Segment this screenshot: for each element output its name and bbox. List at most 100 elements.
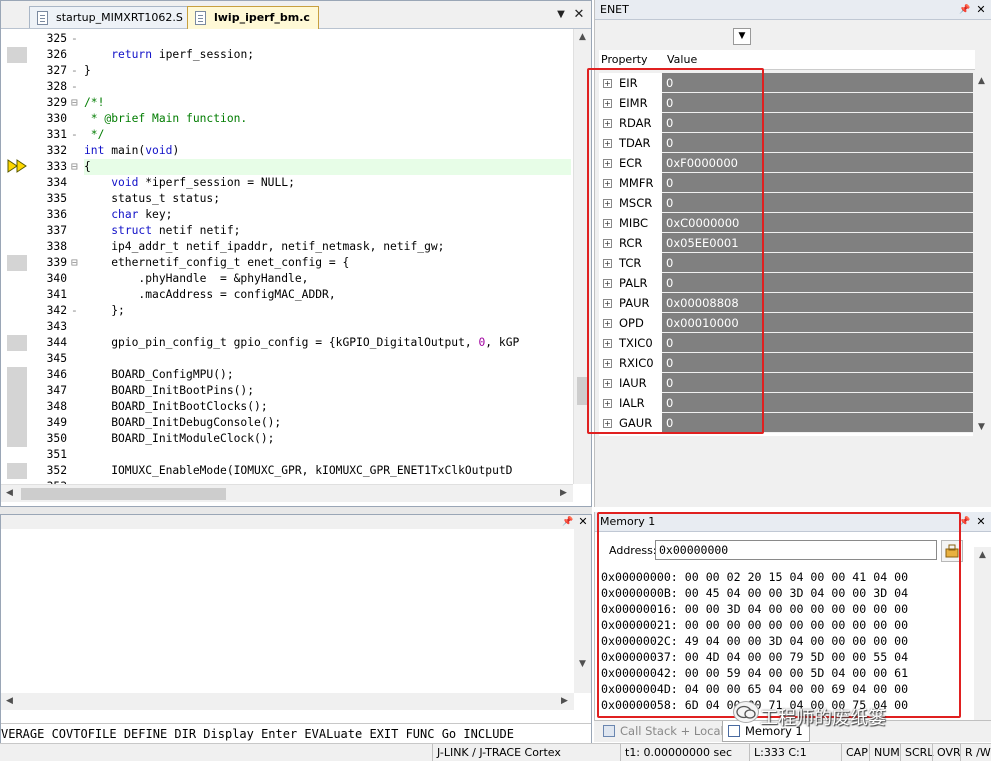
line-number: 347 bbox=[46, 384, 67, 397]
code-line[interactable]: 334 void *iperf_session = NULL; bbox=[1, 175, 573, 191]
editor-horizontal-scrollbar[interactable]: ◀ ▶ bbox=[1, 484, 573, 502]
enet-peripheral-panel: ENET 📌 ✕ ▼ Property Value + EIR 0 + EIMR 0 + RD… bbox=[587, 0, 991, 507]
close-icon[interactable]: ✕ bbox=[974, 3, 988, 17]
code-line[interactable]: 352 IOMUXC_EnableMode(IOMUXC_GPR, kIOMUX… bbox=[1, 463, 573, 479]
code-line[interactable]: 330 * @brief Main function. bbox=[1, 111, 573, 127]
code-text: void *iperf_session = NULL; bbox=[111, 176, 295, 189]
file-icon bbox=[195, 11, 206, 25]
close-icon[interactable]: ✕ bbox=[571, 7, 587, 23]
code-text: ethernetif_config_t enet_config = { bbox=[84, 256, 350, 269]
status-bar: J-LINK / J-TRACE Cortex t1: 0.00000000 s… bbox=[0, 743, 991, 761]
code-line[interactable]: 342- }; bbox=[1, 303, 573, 319]
code-line[interactable]: 350 BOARD_InitModuleClock(); bbox=[1, 431, 573, 447]
pin-icon[interactable]: 📌 bbox=[561, 515, 575, 529]
editor-tab-bar: startup_MIMXRT1062.S lwip_iperf_bm.c ▼ ✕ bbox=[1, 1, 591, 29]
code-text: /*! bbox=[84, 96, 105, 109]
line-number: 350 bbox=[46, 432, 67, 445]
fold-marker[interactable]: ⊟ bbox=[71, 159, 81, 175]
line-number: 339 bbox=[46, 256, 67, 269]
tab-call-stack[interactable]: Call Stack + Locals bbox=[598, 721, 736, 742]
line-number: 334 bbox=[46, 176, 67, 189]
code-line[interactable]: 349 BOARD_InitDebugConsole(); bbox=[1, 415, 573, 431]
scroll-down-icon[interactable]: ▼ bbox=[973, 419, 990, 436]
tab-lwip-iperf-file[interactable]: lwip_iperf_bm.c bbox=[187, 6, 319, 29]
code-text: BOARD_InitBootPins(); bbox=[84, 384, 255, 397]
code-editor: startup_MIMXRT1062.S lwip_iperf_bm.c ▼ ✕… bbox=[0, 0, 592, 507]
code-line[interactable]: 340 .phyHandle = &phyHandle, bbox=[1, 271, 573, 287]
status-debugger: J-LINK / J-TRACE Cortex bbox=[432, 744, 565, 761]
command-hint-text: VERAGE COVTOFILE DEFINE DIR Display Ente… bbox=[1, 727, 514, 741]
panel-title: ENET bbox=[600, 3, 629, 16]
tab-startup-file[interactable]: startup_MIMXRT1062.S bbox=[29, 6, 192, 28]
code-text: .macAddress = configMAC_ADDR, bbox=[84, 288, 336, 301]
code-text: return iperf_session; bbox=[111, 48, 255, 61]
command-horizontal-scrollbar[interactable]: ◀ ▶ bbox=[1, 693, 574, 710]
code-line[interactable]: 335 status_t status; bbox=[1, 191, 573, 207]
line-number: 328 bbox=[46, 80, 67, 93]
command-vertical-scrollbar[interactable]: ▼ bbox=[574, 529, 591, 693]
command-hint-bar: VERAGE COVTOFILE DEFINE DIR Display Ente… bbox=[1, 723, 591, 743]
register-highlight-box bbox=[587, 68, 764, 434]
code-line[interactable]: 343 bbox=[1, 319, 573, 335]
code-line[interactable]: 326 return iperf_session; bbox=[1, 47, 573, 63]
chevron-down-icon[interactable]: ▼ bbox=[733, 28, 751, 45]
tab-label: Call Stack + Locals bbox=[620, 724, 730, 738]
fold-marker[interactable]: ⊟ bbox=[71, 95, 81, 111]
memory-scrollbar[interactable]: ▲ bbox=[974, 547, 991, 722]
code-line[interactable]: 339 ⊟ ethernetif_config_t enet_config = { bbox=[1, 255, 573, 271]
code-text: { bbox=[84, 159, 571, 175]
line-number: 335 bbox=[46, 192, 67, 205]
code-text: char key; bbox=[111, 208, 173, 221]
scroll-right-icon[interactable]: ▶ bbox=[555, 485, 572, 502]
scroll-thumb[interactable] bbox=[21, 488, 226, 500]
pin-icon[interactable]: 📌 bbox=[958, 3, 972, 17]
line-number: 345 bbox=[46, 352, 67, 365]
line-number: 342 bbox=[46, 304, 67, 317]
code-line[interactable]: 338 ip4_addr_t netif_ipaddr, netif_netma… bbox=[1, 239, 573, 255]
code-line[interactable]: 351 bbox=[1, 447, 573, 463]
line-number: 352 bbox=[46, 464, 67, 477]
line-number: 331 bbox=[46, 128, 67, 141]
code-line[interactable]: 347 BOARD_InitBootPins(); bbox=[1, 383, 573, 399]
code-line[interactable]: 332 int main(void) bbox=[1, 143, 573, 159]
scroll-up-icon[interactable]: ▲ bbox=[974, 547, 991, 564]
code-area[interactable]: 325-326 return iperf_session; 327-} 328-32… bbox=[1, 29, 573, 484]
code-text: * @brief Main function. bbox=[84, 112, 248, 125]
scroll-left-icon[interactable]: ◀ bbox=[1, 693, 18, 710]
code-line[interactable]: 333 ⊟{ bbox=[1, 159, 573, 175]
code-line[interactable]: 336 char key; bbox=[1, 207, 573, 223]
code-text: }; bbox=[84, 304, 125, 317]
code-line[interactable]: 346 BOARD_ConfigMPU(); bbox=[1, 367, 573, 383]
code-line[interactable]: 348 BOARD_InitBootClocks(); bbox=[1, 399, 573, 415]
line-number: 327 bbox=[46, 64, 67, 77]
code-line[interactable]: 344 gpio_pin_config_t gpio_config = {kGP… bbox=[1, 335, 573, 351]
line-number: 343 bbox=[46, 320, 67, 333]
code-line[interactable]: 328- bbox=[1, 79, 573, 95]
scroll-left-icon[interactable]: ◀ bbox=[1, 485, 18, 502]
line-number: 326 bbox=[46, 48, 67, 61]
code-line[interactable]: 341 .macAddress = configMAC_ADDR, bbox=[1, 287, 573, 303]
code-text: .phyHandle = &phyHandle, bbox=[84, 272, 309, 285]
code-line[interactable]: 337 struct netif netif; bbox=[1, 223, 573, 239]
code-line[interactable]: 327-} bbox=[1, 63, 573, 79]
close-icon[interactable]: ✕ bbox=[576, 515, 590, 529]
code-line[interactable]: 331- */ bbox=[1, 127, 573, 143]
scroll-up-icon[interactable]: ▲ bbox=[574, 29, 591, 46]
code-line[interactable]: 329 ⊟/*! bbox=[1, 95, 573, 111]
scroll-right-icon[interactable]: ▶ bbox=[556, 693, 573, 710]
code-line[interactable]: 345 bbox=[1, 351, 573, 367]
tab-label: lwip_iperf_bm.c bbox=[214, 11, 310, 24]
wechat-logo-icon bbox=[733, 701, 759, 723]
line-number: 344 bbox=[46, 336, 67, 349]
close-icon[interactable]: ✕ bbox=[974, 515, 988, 529]
fold-marker[interactable]: ⊟ bbox=[71, 255, 81, 271]
scroll-down-icon[interactable]: ▼ bbox=[574, 656, 591, 673]
scroll-up-icon[interactable]: ▲ bbox=[973, 73, 990, 90]
line-number: 351 bbox=[46, 448, 67, 461]
code-text: int main(void) bbox=[84, 144, 180, 157]
register-scrollbar[interactable]: ▲ ▼ bbox=[973, 73, 990, 436]
code-line[interactable]: 325- bbox=[1, 31, 573, 47]
tab-list-dropdown-icon[interactable]: ▼ bbox=[553, 7, 569, 23]
command-window: 📌 ✕ ▼ ◀ ▶ VERAGE COVTOFILE DEFINE DIR Di… bbox=[0, 514, 592, 744]
pane-splitter[interactable] bbox=[0, 507, 592, 514]
